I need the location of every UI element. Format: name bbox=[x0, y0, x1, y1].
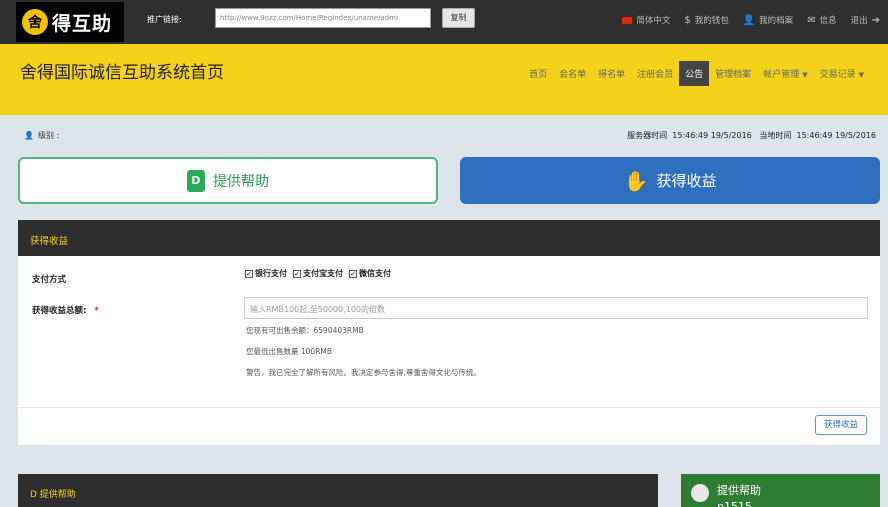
page-title: 舍得国际诚信互助系统首页 bbox=[20, 63, 224, 83]
nav-account-management-label: 帐户管理 bbox=[763, 70, 800, 80]
local-time: 15:46:49 19/5/2016 bbox=[796, 131, 877, 140]
top-nav-profile[interactable]: 👤 我的档案 bbox=[742, 14, 794, 27]
payment-alipay-label: 支付宝支付 bbox=[303, 269, 343, 278]
required-marker: * bbox=[94, 306, 99, 316]
site-header: 舍得国际诚信互助系统首页 首页 会名单 得名单 注册会员 公告 管理档案 帐户管… bbox=[0, 44, 888, 115]
nav-get-list[interactable]: 得名单 bbox=[592, 61, 631, 86]
logo-badge: 舍 bbox=[22, 9, 48, 35]
logo-text: 得互助 bbox=[52, 12, 113, 35]
amount-label-row: 获得收益总额: * bbox=[32, 304, 99, 316]
top-nav-messages-label: 信息 bbox=[819, 16, 837, 26]
checkbox-checked-icon: ✓ bbox=[245, 269, 253, 278]
nav-transaction-records-label: 交易记录 bbox=[819, 70, 856, 80]
promo-link-label: 推广链接: bbox=[147, 15, 182, 24]
provide-help-panel-title: D 提供帮助 bbox=[18, 474, 658, 507]
provide-help-button[interactable]: D 提供帮助 bbox=[18, 157, 438, 204]
time-info: 服务器时间 15:46:49 19/5/2016 当地时间 15:46:49 1… bbox=[627, 130, 876, 141]
payment-method-label: 支付方式 bbox=[32, 275, 67, 285]
nav-announcements[interactable]: 公告 bbox=[679, 61, 710, 86]
amount-label: 获得收益总额: bbox=[32, 306, 87, 316]
top-bar: 舍 得互助 推广链接: http://www.9ozz.com/Home/Reg… bbox=[0, 0, 888, 44]
top-nav-wallet[interactable]: $ 我的钱包 bbox=[684, 14, 729, 27]
logo[interactable]: 舍 得互助 bbox=[16, 2, 124, 42]
top-nav: 简体中文 $ 我的钱包 👤 我的档案 ✉ 信息 退出 ➔ bbox=[622, 14, 880, 26]
payment-wechat-checkbox[interactable]: ✓ 微信支付 bbox=[349, 268, 391, 279]
get-income-button[interactable]: ✋ 获得收益 bbox=[460, 157, 880, 204]
payment-bank-checkbox[interactable]: ✓ 银行支付 bbox=[245, 268, 287, 279]
get-income-submit-button[interactable]: 获得收益 bbox=[815, 415, 867, 435]
top-nav-profile-label: 我的档案 bbox=[759, 16, 794, 26]
nav-register-member[interactable]: 注册会员 bbox=[631, 61, 679, 86]
china-flag-icon bbox=[622, 16, 633, 24]
chevron-down-icon: ▼ bbox=[858, 71, 864, 79]
message-icon: ✉ bbox=[807, 14, 816, 26]
payment-options: ✓ 银行支付 ✓ 支付宝支付 ✓ 微信支付 bbox=[245, 268, 391, 279]
panel-title: 获得收益 bbox=[18, 220, 880, 256]
dollar-icon: $ bbox=[684, 14, 691, 26]
level-label: 级别 : bbox=[37, 131, 60, 140]
top-nav-language-label: 简体中文 bbox=[636, 16, 671, 26]
nav-manage-profile[interactable]: 管理档案 bbox=[709, 61, 757, 86]
user-icon: 👤 bbox=[742, 14, 756, 26]
card-title: 提供帮助 bbox=[717, 484, 761, 497]
user-level: 👤 级别 : bbox=[24, 130, 59, 141]
chevron-down-icon: ▼ bbox=[802, 71, 808, 79]
main-nav: 首页 会名单 得名单 注册会员 公告 管理档案 帐户管理 ▼ 交易记录 ▼ bbox=[523, 61, 870, 86]
nav-home[interactable]: 首页 bbox=[523, 61, 553, 86]
local-time-label: 当地时间 bbox=[759, 131, 792, 140]
user-icon: 👤 bbox=[24, 131, 34, 140]
provide-help-card[interactable]: 提供帮助 p1515 bbox=[681, 474, 880, 507]
copy-button[interactable]: 复制 bbox=[442, 8, 475, 28]
logout-icon: ➔ bbox=[871, 14, 880, 26]
minimum-amount-text: 您最低出售数量 100RMB bbox=[246, 347, 333, 356]
available-balance-text: 您现有可出售余额：6590403RMB bbox=[246, 326, 364, 335]
top-nav-language[interactable]: 简体中文 bbox=[622, 14, 670, 26]
payment-bank-label: 银行支付 bbox=[255, 269, 287, 278]
payment-wechat-label: 微信支付 bbox=[359, 269, 391, 278]
top-nav-wallet-label: 我的钱包 bbox=[694, 16, 729, 26]
amount-input[interactable]: 输入RMB100起,至50000,100的倍数 bbox=[244, 297, 868, 319]
card-icon bbox=[691, 484, 709, 502]
divider bbox=[18, 407, 880, 408]
checkbox-checked-icon: ✓ bbox=[349, 269, 357, 278]
promo-link-field[interactable]: http://www.9ozz.com/Home/RegIndex/uname/… bbox=[215, 8, 431, 28]
nav-give-list[interactable]: 会名单 bbox=[553, 61, 592, 86]
provide-help-label: 提供帮助 bbox=[213, 173, 269, 190]
server-time: 15:46:49 19/5/2016 bbox=[672, 131, 752, 140]
payment-alipay-checkbox[interactable]: ✓ 支付宝支付 bbox=[293, 268, 343, 279]
get-income-label: 获得收益 bbox=[656, 172, 717, 190]
nav-transaction-records[interactable]: 交易记录 ▼ bbox=[814, 61, 870, 86]
server-time-label: 服务器时间 bbox=[627, 131, 668, 140]
nav-account-management[interactable]: 帐户管理 ▼ bbox=[757, 61, 813, 86]
warning-text: 警告，我已完全了解所有风险。我决定参与舍得,尊重舍得文化与传统。 bbox=[246, 368, 481, 377]
card-code: p1515 bbox=[717, 500, 752, 507]
d-coin-icon: D bbox=[187, 169, 205, 192]
top-nav-logout-label: 退出 bbox=[850, 16, 868, 26]
hand-coins-icon: ✋ bbox=[623, 168, 649, 193]
top-nav-logout[interactable]: 退出 ➔ bbox=[850, 14, 880, 27]
get-income-panel: 获得收益 支付方式 ✓ 银行支付 ✓ 支付宝支付 ✓ 微信支付 获得收益总额: *… bbox=[18, 220, 880, 445]
checkbox-checked-icon: ✓ bbox=[293, 269, 301, 278]
top-nav-messages[interactable]: ✉ 信息 bbox=[807, 14, 837, 27]
